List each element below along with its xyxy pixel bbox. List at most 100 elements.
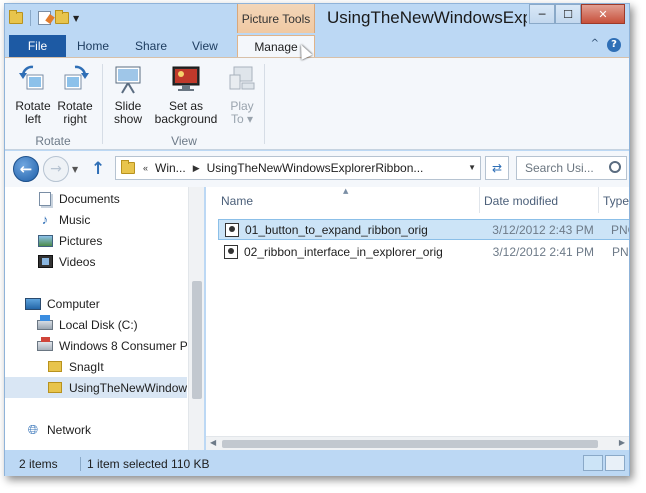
- column-header-name[interactable]: Name: [206, 187, 479, 213]
- folder-icon[interactable]: [9, 10, 23, 24]
- explorer-window: ▼ Picture Tools UsingTheNewWindowsExplor…: [4, 3, 630, 476]
- folder-icon: [121, 160, 135, 174]
- scrollbar-thumb[interactable]: [222, 440, 598, 448]
- nav-item-label: Local Disk (C:): [59, 317, 138, 332]
- set-as-background-button[interactable]: Set as background: [150, 62, 222, 126]
- nav-item-local-disk[interactable]: Local Disk (C:): [5, 314, 187, 335]
- pictures-icon: [37, 233, 53, 249]
- play-to-button[interactable]: Play To ▾: [220, 62, 264, 126]
- nav-item-pictures[interactable]: Pictures: [5, 230, 187, 251]
- breadcrumb-overflow[interactable]: «: [141, 163, 150, 173]
- ribbon-group-label-view: View: [171, 134, 197, 148]
- tab-share[interactable]: Share: [125, 35, 177, 57]
- up-arrow-icon[interactable]: ↑: [91, 159, 105, 179]
- nav-item-label: Windows 8 Consumer P: [59, 338, 187, 353]
- set-as-background-label-line2: background: [154, 112, 218, 126]
- file-list-horizontal-scrollbar[interactable]: ◀ ▶: [206, 436, 629, 450]
- close-button[interactable]: ✕: [581, 4, 625, 24]
- tab-home[interactable]: Home: [67, 35, 119, 57]
- search-input[interactable]: Search Usi...: [516, 156, 627, 180]
- view-switcher: [583, 455, 625, 471]
- maximize-button[interactable]: ☐: [555, 4, 581, 24]
- ribbon-group-separator: [264, 64, 265, 144]
- nav-item-snagit[interactable]: SnagIt: [5, 356, 187, 377]
- minimize-ribbon-icon[interactable]: ^: [591, 38, 599, 52]
- column-header-type[interactable]: Type: [598, 187, 629, 213]
- nav-item-label: Music: [59, 212, 91, 227]
- network-icon: 🌐︎: [27, 421, 39, 437]
- documents-icon: [37, 191, 53, 207]
- qat-separator: [30, 10, 31, 26]
- navigation-bar: ← → ▼ ↑ « Win... ▶ UsingTheNewWindowsExp…: [5, 151, 629, 187]
- nav-item-label: Network: [47, 422, 92, 437]
- back-button[interactable]: ←: [13, 156, 39, 182]
- file-type: PNG: [610, 222, 629, 237]
- tab-file[interactable]: File: [9, 35, 66, 57]
- rotate-right-icon: [58, 62, 92, 96]
- rotate-left-button[interactable]: Rotate left: [11, 62, 55, 126]
- file-row[interactable]: 01_button_to_expand_ribbon_orig 3/12/201…: [218, 219, 629, 240]
- rotate-left-label-line2: left: [24, 112, 41, 126]
- scroll-left-icon[interactable]: ◀: [210, 438, 216, 447]
- file-row[interactable]: 02_ribbon_interface_in_explorer_orig 3/1…: [218, 241, 629, 262]
- slide-show-label-line2: show: [113, 112, 142, 126]
- search-placeholder: Search Usi...: [525, 161, 594, 175]
- nav-item-label: Pictures: [59, 233, 103, 248]
- help-icon[interactable]: ?: [607, 38, 621, 52]
- nav-item-computer[interactable]: Computer: [5, 293, 187, 314]
- nav-item-documents[interactable]: Documents: [5, 188, 187, 209]
- forward-arrow-icon: →: [50, 161, 62, 177]
- picture-tools-context-header: Picture Tools: [237, 4, 315, 33]
- ribbon-tab-controls: ^ ?: [591, 38, 621, 52]
- image-file-icon: [225, 222, 239, 237]
- forward-button[interactable]: →: [43, 156, 69, 182]
- chevron-right-icon[interactable]: ▶: [191, 163, 202, 174]
- chevron-down-icon[interactable]: ▼: [468, 163, 476, 172]
- ribbon-group-label-rotate: Rotate: [35, 134, 71, 148]
- cd-drive-icon: [37, 336, 53, 354]
- set-background-icon: [169, 62, 203, 96]
- nav-item-usingthenewwindows[interactable]: UsingTheNewWindow: [5, 377, 187, 398]
- scrollbar-thumb[interactable]: [192, 281, 202, 399]
- ribbon-tabs: File Home Share View Manage ^ ?: [5, 33, 629, 58]
- folder-icon: [47, 359, 63, 375]
- search-icon: [609, 161, 621, 173]
- play-to-icon: [225, 62, 259, 96]
- minimize-button[interactable]: ─: [529, 4, 555, 24]
- large-icons-view-icon[interactable]: [605, 455, 625, 471]
- properties-icon[interactable]: [38, 11, 51, 25]
- nav-item-label: SnagIt: [69, 359, 104, 374]
- computer-icon: [25, 296, 41, 312]
- nav-item-network[interactable]: 🌐︎ Network: [5, 419, 187, 440]
- breadcrumb-item[interactable]: UsingTheNewWindowsExplorerRibbon...: [202, 161, 429, 175]
- nav-item-label: Computer: [47, 296, 100, 311]
- tab-view[interactable]: View: [182, 35, 228, 57]
- details-view-icon[interactable]: [583, 455, 603, 471]
- ribbon-group-separator: [102, 64, 103, 144]
- rotate-right-button[interactable]: Rotate right: [53, 62, 97, 126]
- window-title: UsingTheNewWindowsExplorerRibbon: [327, 8, 527, 27]
- customize-qat-dropdown-icon[interactable]: ▼: [73, 14, 79, 23]
- status-bar: 2 items 1 item selected 110 KB: [5, 450, 629, 476]
- refresh-button[interactable]: ⇄: [485, 156, 509, 180]
- quick-access-toolbar: ▼: [9, 10, 79, 26]
- column-header-date-modified[interactable]: Date modified: [479, 187, 598, 213]
- rotate-right-label-line2: right: [63, 112, 87, 126]
- folder-icon: [47, 380, 63, 396]
- nav-item-music[interactable]: ♪ Music: [5, 209, 187, 230]
- nav-item-windows-8-drive[interactable]: Windows 8 Consumer P: [5, 335, 187, 356]
- address-bar[interactable]: « Win... ▶ UsingTheNewWindowsExplorerRib…: [115, 156, 481, 180]
- play-to-label-line2: To ▾: [230, 112, 254, 126]
- scroll-right-icon[interactable]: ▶: [619, 438, 625, 447]
- rotate-left-icon: [16, 62, 50, 96]
- new-folder-icon[interactable]: [55, 10, 69, 24]
- breadcrumb-item[interactable]: Win...: [150, 161, 191, 175]
- caption-buttons: ─ ☐ ✕: [529, 4, 625, 24]
- recent-locations-dropdown-icon[interactable]: ▼: [72, 165, 78, 174]
- nav-item-videos[interactable]: Videos: [5, 251, 187, 272]
- nav-item-label: Documents: [59, 191, 120, 206]
- slide-show-button[interactable]: Slide show: [106, 62, 150, 126]
- title-bar: ▼ Picture Tools UsingTheNewWindowsExplor…: [5, 4, 629, 33]
- file-list: ▲ Name Date modified Type 01_button_to_e…: [206, 187, 629, 450]
- nav-pane-scrollbar[interactable]: [188, 187, 204, 450]
